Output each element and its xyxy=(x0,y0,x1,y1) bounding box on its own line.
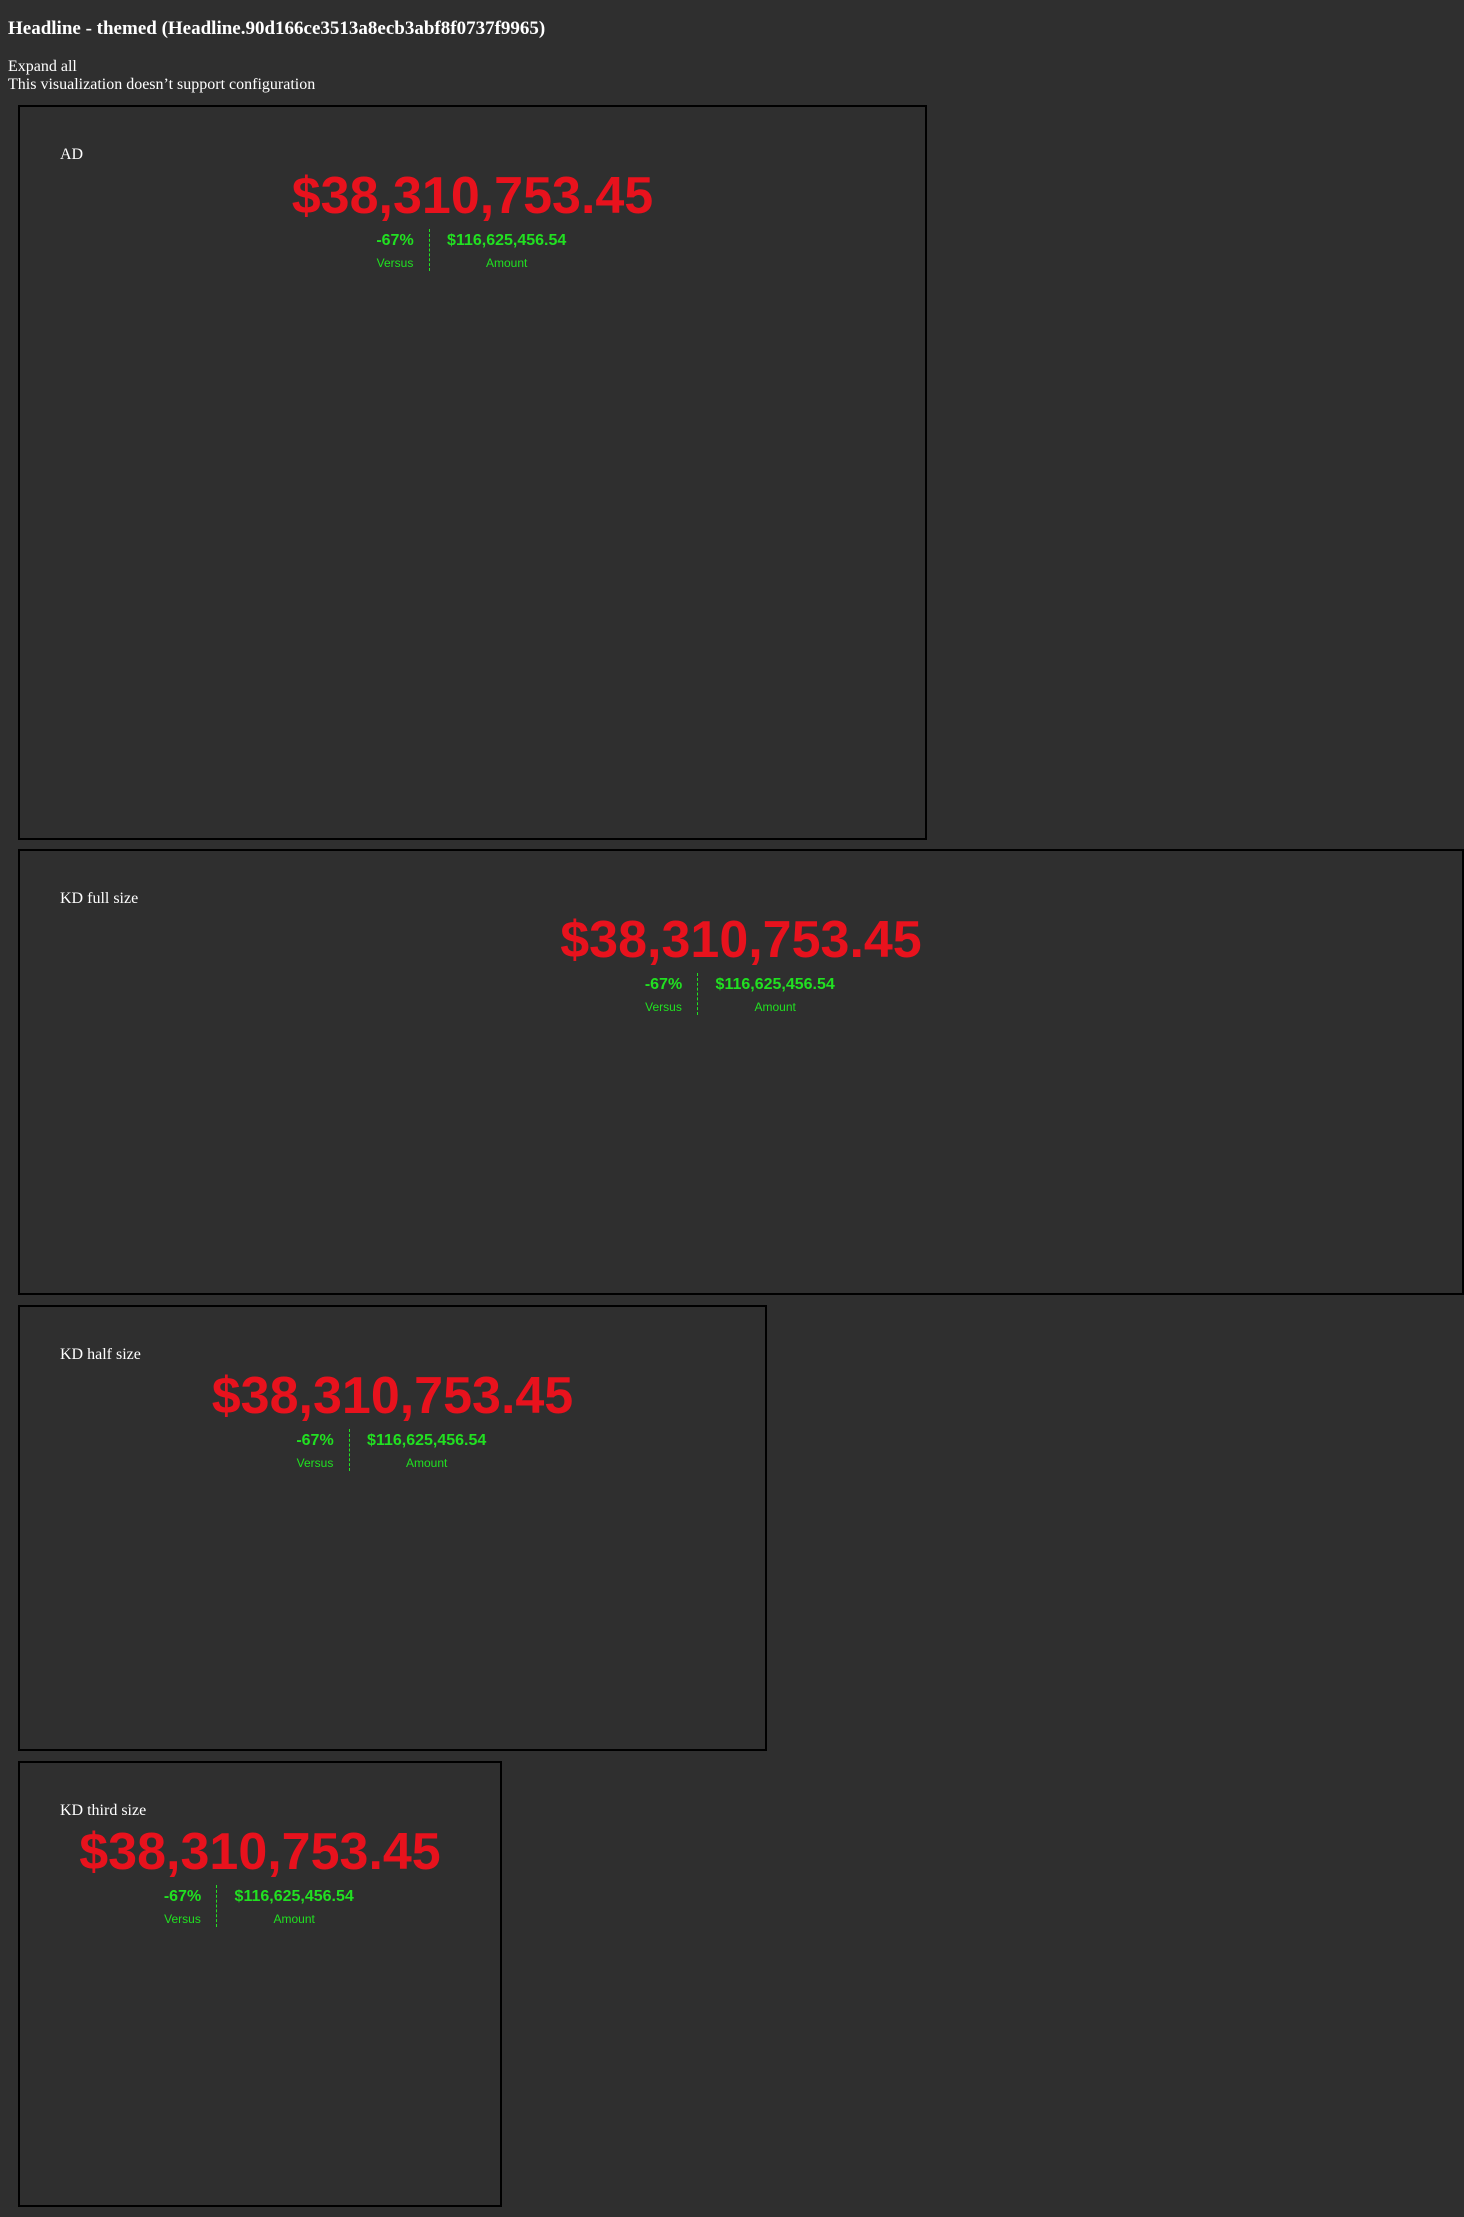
comparison: -67% Versus $116,625,456.54 Amount xyxy=(645,973,837,1015)
headline-value: $38,310,753.45 xyxy=(291,167,654,225)
comparison-label: Versus xyxy=(376,256,414,270)
headline: $38,310,753.45 -67% Versus $116,625,456.… xyxy=(20,167,925,271)
comparison-versus: -67% Versus xyxy=(296,1429,348,1471)
comparison-value: -67% xyxy=(644,976,683,993)
secondary-value: $116,625,456.54 xyxy=(715,976,835,993)
comparison: -67% Versus $116,625,456.54 Amount xyxy=(376,229,568,271)
comparison-value: -67% xyxy=(296,1432,334,1449)
secondary-label: Amount xyxy=(754,1000,796,1014)
headline-value: $38,310,753.45 xyxy=(211,1367,574,1425)
comparison-amount: $116,625,456.54 Amount xyxy=(348,1429,489,1471)
headline-value: $38,310,753.45 xyxy=(560,911,922,969)
comparison-label: Versus xyxy=(164,1912,201,1926)
expand-all-link[interactable]: Expand all xyxy=(8,57,77,76)
panel-kd-full-size: KD full size $38,310,753.45 -67% Versus … xyxy=(18,849,1464,1295)
panel-label: KD full size xyxy=(60,890,139,907)
comparison-versus: -67% Versus xyxy=(164,1885,216,1927)
panel-label: AD xyxy=(60,146,84,163)
comparison-label: Versus xyxy=(645,1000,682,1014)
comparison: -67% Versus $116,625,456.54 Amount xyxy=(296,1429,488,1471)
comparison-value: -67% xyxy=(163,1888,202,1905)
comparison-versus: -67% Versus xyxy=(645,973,697,1015)
no-configuration-message: This visualization doesn’t support confi… xyxy=(8,76,316,93)
headline: $38,310,753.45 -67% Versus $116,625,456.… xyxy=(20,1823,500,1927)
secondary-value: $116,625,456.54 xyxy=(234,1888,354,1905)
page-title: Headline - themed (Headline.90d166ce3513… xyxy=(8,18,546,39)
secondary-value: $116,625,456.54 xyxy=(447,232,567,249)
secondary-label: Amount xyxy=(485,256,528,270)
panel-kd-third-size: KD third size $38,310,753.45 -67% Versus… xyxy=(18,1761,502,2207)
comparison-amount: $116,625,456.54 Amount xyxy=(216,1885,356,1927)
secondary-label: Amount xyxy=(405,1456,448,1470)
headline: $38,310,753.45 -67% Versus $116,625,456.… xyxy=(20,1367,765,1471)
panel-kd-half-size: KD half size $38,310,753.45 -67% Versus … xyxy=(18,1305,767,1751)
comparison-value: -67% xyxy=(376,232,414,249)
panel-ad: AD $38,310,753.45 -67% Versus $116,625,4… xyxy=(18,105,927,840)
secondary-label: Amount xyxy=(273,1912,315,1926)
headline: $38,310,753.45 -67% Versus $116,625,456.… xyxy=(20,911,1462,1015)
panel-label: KD third size xyxy=(60,1802,147,1819)
comparison-versus: -67% Versus xyxy=(376,229,428,271)
panel-label: KD half size xyxy=(60,1346,141,1363)
comparison: -67% Versus $116,625,456.54 Amount xyxy=(164,1885,356,1927)
comparison-label: Versus xyxy=(296,1456,334,1470)
comparison-amount: $116,625,456.54 Amount xyxy=(697,973,837,1015)
secondary-value: $116,625,456.54 xyxy=(367,1432,487,1449)
headline-value: $38,310,753.45 xyxy=(79,1823,441,1881)
comparison-amount: $116,625,456.54 Amount xyxy=(428,229,569,271)
